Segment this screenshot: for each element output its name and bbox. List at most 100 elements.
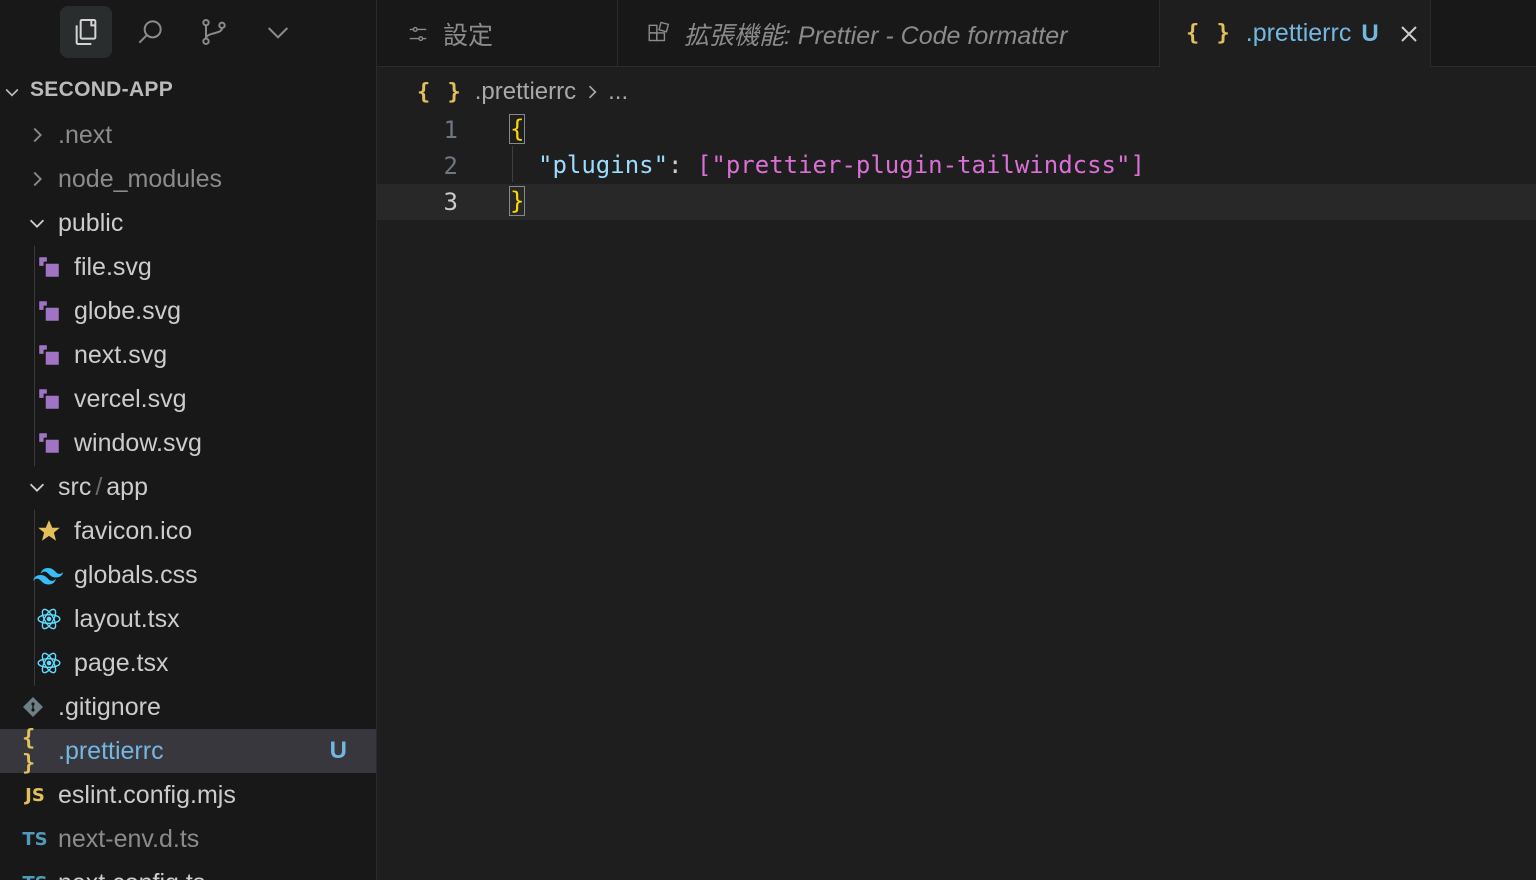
tree-label: page.tsx bbox=[74, 649, 169, 677]
json-colon: : bbox=[668, 151, 697, 179]
tab-prettierrc[interactable]: { } .prettierrc U bbox=[1160, 0, 1431, 67]
code-line-3: 3 } bbox=[377, 184, 1536, 220]
source-control-icon[interactable] bbox=[188, 6, 240, 58]
breadcrumb-more[interactable]: ... bbox=[608, 78, 628, 106]
search-icon[interactable] bbox=[124, 6, 176, 58]
chevron-down-icon bbox=[29, 219, 45, 228]
tree-label: layout.tsx bbox=[74, 605, 180, 633]
tree-label: next.config.ts bbox=[58, 869, 205, 880]
tree-label: public bbox=[58, 209, 124, 237]
editor-tab-bar: 設定 拡張機能: Prettier - Code formatter { } .… bbox=[377, 0, 1536, 67]
line-number: 1 bbox=[443, 116, 458, 144]
ts-file-icon: TS bbox=[22, 828, 48, 850]
close-icon[interactable] bbox=[1397, 22, 1421, 46]
tree-label: vercel.svg bbox=[74, 385, 187, 413]
json-open-brace: { bbox=[508, 114, 526, 144]
chevron-down-icon bbox=[5, 88, 19, 97]
json-braces-icon: { } bbox=[22, 726, 38, 776]
svg-file-icon bbox=[36, 254, 62, 280]
tree-file-next-svg[interactable]: next.svg bbox=[0, 333, 376, 377]
tree-label-part: src bbox=[58, 473, 92, 501]
json-braces-icon: { } bbox=[1186, 21, 1232, 46]
json-close-brace: } bbox=[508, 186, 526, 216]
code-editor[interactable]: 1 { 2 "plugins": ["prettier-plugin-tailw… bbox=[377, 110, 1536, 880]
tree-label: .prettierrc bbox=[58, 737, 164, 765]
ts-file-icon: TS bbox=[22, 870, 48, 880]
svg-file-icon bbox=[36, 430, 62, 456]
git-icon bbox=[20, 694, 46, 720]
tree-file-globals-css[interactable]: globals.css bbox=[0, 553, 376, 597]
explorer-section-header[interactable]: SECOND-APP bbox=[0, 72, 376, 110]
json-open-bracket: [ bbox=[696, 151, 712, 179]
tree-label: window.svg bbox=[74, 429, 202, 457]
tree-folder-src-app[interactable]: src / app bbox=[0, 465, 376, 509]
tree-file-favicon[interactable]: favicon.ico bbox=[0, 509, 376, 553]
json-string: "prettier-plugin-tailwindcss" bbox=[711, 151, 1131, 179]
chevron-right-icon bbox=[33, 127, 42, 143]
activity-bar bbox=[0, 0, 376, 67]
tree-file-next-env[interactable]: TS next-env.d.ts bbox=[0, 817, 376, 861]
tab-label: 拡張機能: Prettier - Code formatter bbox=[684, 21, 1068, 50]
tab-settings[interactable]: 設定 bbox=[377, 0, 618, 67]
tree-file-vercel-svg[interactable]: vercel.svg bbox=[0, 377, 376, 421]
line-number: 3 bbox=[443, 188, 458, 216]
svg-file-icon bbox=[36, 298, 62, 324]
tree-label: src / app bbox=[58, 473, 148, 502]
breadcrumb-file[interactable]: .prettierrc bbox=[475, 78, 576, 106]
tree-label: next.svg bbox=[74, 341, 168, 369]
untracked-badge: U bbox=[329, 737, 347, 764]
project-title: SECOND-APP bbox=[30, 78, 174, 101]
code-content: "plugins": ["prettier-plugin-tailwindcss… bbox=[538, 151, 1145, 179]
chevron-right-icon bbox=[589, 85, 597, 99]
tab-label: 設定 bbox=[443, 21, 494, 50]
svg-file-icon bbox=[36, 342, 62, 368]
tree-file-prettierrc[interactable]: { } .prettierrc U bbox=[0, 726, 376, 776]
tree-label: globals.css bbox=[74, 561, 198, 589]
tree-file-next-config[interactable]: TS next.config.ts bbox=[0, 861, 376, 880]
extensions-icon bbox=[648, 21, 670, 41]
settings-sliders-icon bbox=[409, 26, 427, 41]
tab-label: .prettierrc bbox=[1245, 19, 1352, 47]
tree-file-globe-svg[interactable]: globe.svg bbox=[0, 289, 376, 333]
react-icon bbox=[36, 606, 62, 632]
tree-label: .gitignore bbox=[58, 693, 161, 721]
explorer-icon[interactable] bbox=[60, 6, 112, 58]
tree-file-layout-tsx[interactable]: layout.tsx bbox=[0, 597, 376, 641]
tree-label: favicon.ico bbox=[74, 517, 193, 545]
chevron-down-icon bbox=[29, 483, 45, 492]
code-content: } bbox=[508, 186, 526, 216]
tree-label: eslint.config.mjs bbox=[58, 781, 236, 809]
untracked-badge: U bbox=[1361, 19, 1379, 47]
code-content: { bbox=[508, 114, 526, 144]
tree-label: .next bbox=[58, 121, 113, 149]
tree-file-gitignore[interactable]: .gitignore bbox=[0, 685, 376, 729]
json-braces-icon: { } bbox=[417, 79, 463, 105]
json-key: "plugins" bbox=[538, 151, 669, 179]
code-line-2: 2 "plugins": ["prettier-plugin-tailwindc… bbox=[377, 148, 1536, 184]
tab-prettier-extension[interactable]: 拡張機能: Prettier - Code formatter bbox=[618, 0, 1160, 67]
svg-file-icon bbox=[36, 386, 62, 412]
breadcrumb: { } .prettierrc ... bbox=[417, 74, 628, 110]
tree-file-page-tsx[interactable]: page.tsx bbox=[0, 641, 376, 685]
sidebar: SECOND-APP .next node_modules public fil… bbox=[0, 0, 377, 880]
tree-folder-next[interactable]: .next bbox=[0, 113, 376, 157]
tree-label: globe.svg bbox=[74, 297, 182, 325]
tree-file-eslint-config[interactable]: JS eslint.config.mjs bbox=[0, 773, 376, 817]
line-number: 2 bbox=[443, 152, 458, 180]
tree-label-part: app bbox=[106, 473, 148, 501]
tree-file-file-svg[interactable]: file.svg bbox=[0, 245, 376, 289]
code-line-1: 1 { bbox=[377, 112, 1536, 148]
tree-label: file.svg bbox=[74, 253, 152, 281]
chevron-down-icon[interactable] bbox=[252, 6, 304, 58]
tree-folder-public[interactable]: public bbox=[0, 201, 376, 245]
tailwind-icon bbox=[33, 562, 63, 588]
star-icon bbox=[36, 518, 62, 544]
tree-file-window-svg[interactable]: window.svg bbox=[0, 421, 376, 465]
react-icon bbox=[36, 650, 62, 676]
tree-folder-node-modules[interactable]: node_modules bbox=[0, 157, 376, 201]
chevron-right-icon bbox=[33, 171, 42, 187]
js-file-icon: JS bbox=[25, 784, 45, 806]
tree-label: next-env.d.ts bbox=[58, 825, 200, 853]
path-separator: / bbox=[95, 473, 103, 501]
json-close-bracket: ] bbox=[1130, 151, 1145, 179]
